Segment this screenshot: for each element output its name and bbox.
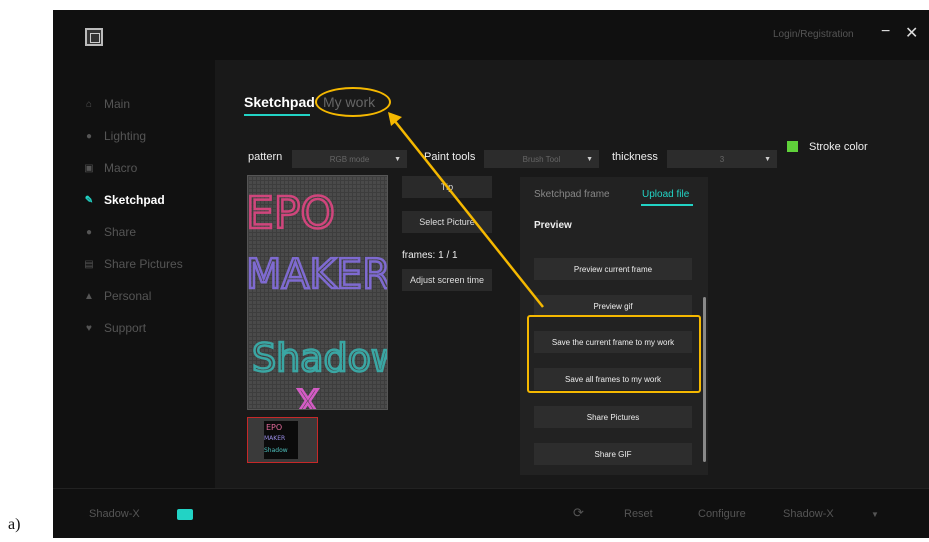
preview-gif-button[interactable]: Preview gif <box>534 295 692 317</box>
pattern-label: pattern <box>248 151 283 163</box>
sidebar-item-label: Support <box>104 321 147 335</box>
chevron-down-icon[interactable]: ▼ <box>871 510 879 519</box>
close-button[interactable]: ✕ <box>905 23 918 43</box>
sidebar: ⌂ Main ● Lighting ▣ Macro ✎ Sketchpad ● … <box>53 60 215 488</box>
pattern-select[interactable]: RGB mode ▼ <box>292 150 407 168</box>
minimize-button[interactable]: − <box>881 23 890 41</box>
sidebar-item-lighting[interactable]: ● Lighting <box>83 128 146 144</box>
thumbnail-drawing: EPO MAKER Shadow <box>264 423 288 454</box>
paint-tools-label: Paint tools <box>424 151 476 163</box>
chevron-down-icon: ▼ <box>764 155 771 163</box>
app-logo-icon <box>85 28 103 46</box>
frame-thumbnail[interactable]: EPO MAKER Shadow <box>247 417 318 463</box>
support-icon: ♥ <box>86 322 92 334</box>
figure: a) Login/Registration − ✕ ⌂ Main ● Light… <box>0 0 929 542</box>
thickness-select-value: 3 <box>719 154 725 164</box>
picture-icon: ▤ <box>84 258 94 270</box>
tip-button[interactable]: Tip <box>402 176 492 198</box>
device-select[interactable]: Shadow-X <box>783 508 834 520</box>
stroke-color-label: Stroke color <box>809 141 868 153</box>
title-bar: Login/Registration − ✕ <box>53 10 929 60</box>
panel-scrollbar[interactable] <box>703 297 706 462</box>
canvas-text-epo: EPO <box>248 188 335 239</box>
thumb-text-epo: EPO <box>266 423 282 432</box>
refresh-icon[interactable]: ⟳ <box>573 505 584 521</box>
sketch-canvas[interactable]: EPO MAKER Shadow X <box>247 175 388 410</box>
share-gif-button[interactable]: Share GIF <box>534 443 692 465</box>
tab-active-underline <box>244 114 310 116</box>
my-work-highlight-circle <box>315 87 391 117</box>
share-pictures-button[interactable]: Share Pictures <box>534 406 692 428</box>
bulb-icon: ● <box>85 130 93 142</box>
canvas-text-x: X <box>296 383 319 410</box>
canvas-text-maker: MAKER <box>248 250 388 298</box>
sidebar-item-label: Lighting <box>104 129 147 143</box>
tab-upload-file[interactable]: Upload file <box>642 189 689 200</box>
macro-icon: ▣ <box>84 162 94 174</box>
sidebar-item-support[interactable]: ♥ Support <box>83 320 146 336</box>
paint-tools-select-value: Brush Tool <box>522 154 561 164</box>
sidebar-item-label: Personal <box>104 289 152 303</box>
configure-button[interactable]: Configure <box>698 508 746 520</box>
sidebar-item-label: Macro <box>104 161 138 175</box>
tab-sketchpad-frame[interactable]: Sketchpad frame <box>534 189 610 200</box>
device-name: Shadow-X <box>89 508 140 520</box>
panel-tab-underline <box>641 204 693 206</box>
preview-heading: Preview <box>534 220 572 231</box>
chevron-down-icon: ▼ <box>394 155 401 163</box>
login-registration-link[interactable]: Login/Registration <box>773 29 854 40</box>
adjust-screen-time-button[interactable]: Adjust screen time <box>402 269 492 291</box>
keyboard-icon <box>177 509 193 520</box>
paint-tools-select[interactable]: Brush Tool ▼ <box>484 150 599 168</box>
preview-current-frame-button[interactable]: Preview current frame <box>534 258 692 280</box>
save-buttons-highlight-box <box>527 315 701 393</box>
pattern-select-value: RGB mode <box>329 154 370 164</box>
stroke-color-swatch[interactable] <box>787 141 798 152</box>
canvas-text-shadow: Shadow <box>252 336 388 380</box>
chevron-down-icon: ▼ <box>586 155 593 163</box>
canvas-drawing: EPO MAKER Shadow X <box>248 187 388 410</box>
select-picture-button[interactable]: Select Picture <box>402 211 492 233</box>
home-icon: ⌂ <box>85 98 93 110</box>
sidebar-item-label: Main <box>104 97 131 111</box>
thickness-label: thickness <box>612 151 658 163</box>
sidebar-item-label: Share <box>104 225 137 239</box>
sidebar-item-personal[interactable]: ▲ Personal <box>83 288 151 304</box>
person-icon: ▲ <box>84 290 94 302</box>
tab-sketchpad[interactable]: Sketchpad <box>244 94 315 110</box>
sidebar-item-label: Share Pictures <box>104 257 183 271</box>
main-content: Sketchpad My work pattern RGB mode ▼ Pai… <box>215 60 929 488</box>
app-window: Login/Registration − ✕ ⌂ Main ● Lighting… <box>53 10 929 538</box>
sidebar-item-share[interactable]: ● Share <box>83 224 136 240</box>
sidebar-item-share-pictures[interactable]: ▤ Share Pictures <box>83 256 183 272</box>
sidebar-item-main[interactable]: ⌂ Main <box>83 96 130 112</box>
thumbnail-preview: EPO MAKER Shadow <box>264 421 298 459</box>
thumb-text-shadow: Shadow <box>264 447 288 454</box>
thickness-select[interactable]: 3 ▼ <box>667 150 777 168</box>
sidebar-item-macro[interactable]: ▣ Macro <box>83 160 137 176</box>
frames-counter: frames: 1 / 1 <box>402 250 458 261</box>
sketchpad-icon: ✎ <box>84 194 94 206</box>
sidebar-item-sketchpad[interactable]: ✎ Sketchpad <box>83 192 165 208</box>
footer-bar: Shadow-X ⟳ Reset Configure Shadow-X ▼ <box>53 488 929 538</box>
reset-button[interactable]: Reset <box>624 508 653 520</box>
share-icon: ● <box>85 226 93 238</box>
figure-label: a) <box>8 516 21 533</box>
sidebar-item-label: Sketchpad <box>104 193 165 207</box>
thumb-text-maker: MAKER <box>264 435 285 442</box>
